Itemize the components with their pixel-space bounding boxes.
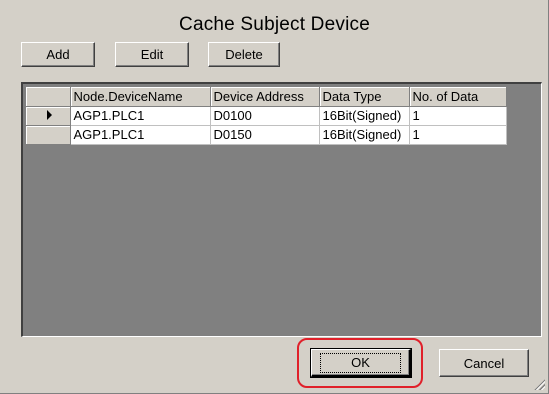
- ok-button[interactable]: OK: [310, 348, 412, 378]
- device-table: Node.DeviceName Device Address Data Type…: [26, 87, 507, 145]
- cell-data-type[interactable]: 16Bit(Signed): [319, 125, 410, 145]
- dialog-title: Cache Subject Device: [179, 14, 370, 35]
- cache-subject-device-dialog: Cache Subject Device Add Edit Delete Nod…: [0, 0, 549, 394]
- cell-no-of-data[interactable]: 1: [409, 106, 507, 126]
- cell-device-address[interactable]: D0150: [210, 125, 320, 145]
- column-header-no-of-data[interactable]: No. of Data: [409, 87, 507, 107]
- device-grid[interactable]: Node.DeviceName Device Address Data Type…: [21, 82, 542, 337]
- delete-button[interactable]: Delete: [208, 42, 280, 67]
- column-header-device-address[interactable]: Device Address: [210, 87, 320, 107]
- cell-node-devicename[interactable]: AGP1.PLC1: [70, 106, 211, 126]
- resize-grip-icon[interactable]: [533, 378, 545, 390]
- cell-device-address[interactable]: D0100: [210, 106, 320, 126]
- table-header-row: Node.DeviceName Device Address Data Type…: [26, 87, 507, 107]
- table-row[interactable]: AGP1.PLC1 D0100 16Bit(Signed) 1: [26, 106, 507, 126]
- column-header-node-devicename[interactable]: Node.DeviceName: [70, 87, 211, 107]
- row-selector[interactable]: [26, 106, 71, 126]
- column-header-data-type[interactable]: Data Type: [319, 87, 410, 107]
- cancel-button[interactable]: Cancel: [439, 349, 529, 377]
- row-header-corner: [26, 87, 71, 107]
- cell-node-devicename[interactable]: AGP1.PLC1: [70, 125, 211, 145]
- ok-button-label: OK: [320, 352, 401, 373]
- cell-data-type[interactable]: 16Bit(Signed): [319, 106, 410, 126]
- table-row[interactable]: AGP1.PLC1 D0150 16Bit(Signed) 1: [26, 125, 507, 145]
- current-row-arrow-icon: [46, 110, 52, 121]
- add-button[interactable]: Add: [21, 42, 95, 67]
- cell-no-of-data[interactable]: 1: [409, 125, 507, 145]
- edit-button[interactable]: Edit: [115, 42, 189, 67]
- row-selector[interactable]: [26, 125, 71, 145]
